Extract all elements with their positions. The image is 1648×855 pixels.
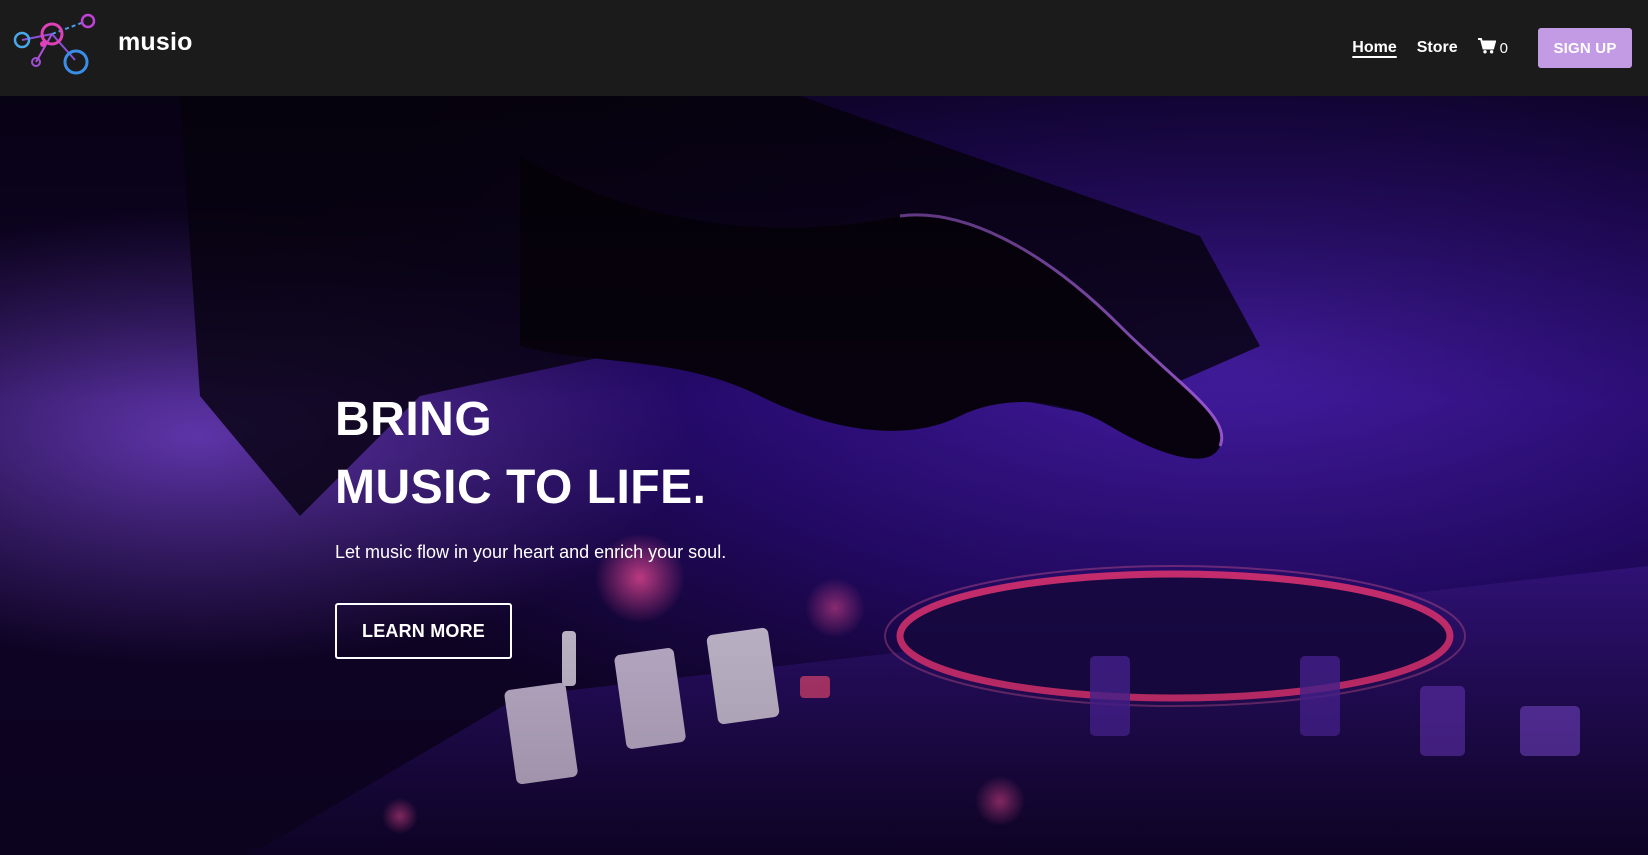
signup-button[interactable]: SIGN UP	[1538, 28, 1632, 68]
hero-section: BRING MUSIC TO LIFE. Let music flow in y…	[0, 96, 1648, 855]
cart-count: 0	[1499, 39, 1508, 57]
nav-item-home[interactable]: Home	[1352, 39, 1396, 57]
shopping-cart-icon	[1477, 37, 1496, 59]
hero-title: BRING MUSIC TO LIFE.	[335, 386, 935, 522]
brand-logo-icon[interactable]	[12, 12, 102, 78]
brand-name[interactable]: musio	[118, 28, 193, 57]
nav-links: Home Store 0 SIGN UP	[1352, 0, 1648, 96]
hero-content: BRING MUSIC TO LIFE. Let music flow in y…	[335, 386, 935, 659]
hero-subtitle: Let music flow in your heart and enrich …	[335, 542, 727, 562]
cart-button[interactable]: 0	[1477, 37, 1508, 59]
hero-title-line-2: MUSIC TO LIFE.	[335, 461, 707, 514]
nav-item-store[interactable]: Store	[1417, 39, 1458, 57]
hero-title-line-1: BRING	[335, 393, 493, 446]
learn-more-button[interactable]: LEARN MORE	[335, 603, 512, 659]
top-navbar: musio Home Store 0 SIGN UP	[0, 0, 1648, 96]
